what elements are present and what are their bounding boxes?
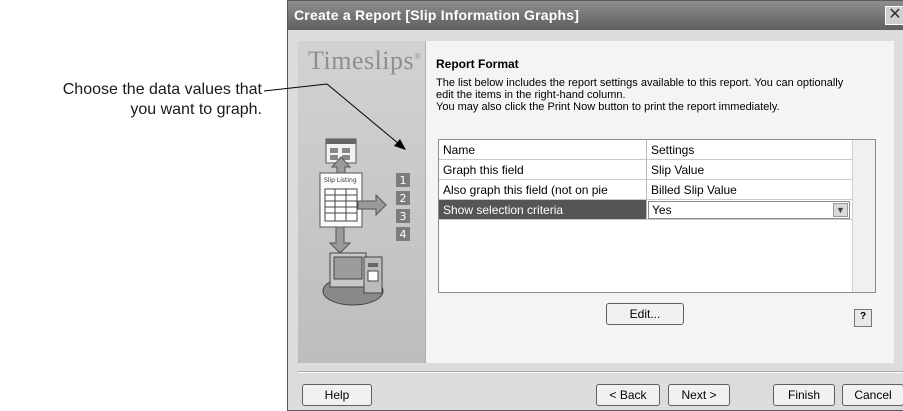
report-wizard-illustration: Slip Listing 1 2 3 4 (319, 138, 410, 306)
next-button[interactable]: Next > (668, 384, 730, 406)
back-button[interactable]: < Back (596, 384, 660, 406)
setting-name: Show selection criteria (439, 200, 647, 220)
step-3: 3 (400, 210, 407, 223)
edit-button[interactable]: Edit... (606, 303, 684, 325)
close-icon: ✕ (888, 6, 902, 23)
callout-line-2: you want to graph. (130, 101, 262, 118)
step-2: 2 (400, 192, 407, 205)
slip-listing-label: Slip Listing (324, 177, 357, 184)
description-line-1: The list below includes the report setti… (436, 77, 844, 89)
grid-header-row: Name Settings (439, 140, 853, 160)
dialog-title-bar: Create a Report [Slip Information Graphs… (288, 1, 903, 30)
step-4: 4 (400, 228, 407, 241)
column-header-settings: Settings (647, 140, 853, 160)
wizard-side-panel: Timeslips® Slip Listing 1 2 3 4 (298, 41, 426, 363)
callout-text: Choose the data values that you want to … (0, 80, 262, 120)
finish-button[interactable]: Finish (773, 384, 835, 406)
printer-icon (322, 252, 384, 306)
dialog-title: Create a Report [Slip Information Graphs… (294, 7, 580, 23)
selected-value: Yes (652, 203, 672, 217)
setting-value[interactable]: Billed Slip Value (647, 180, 853, 200)
table-row-selected[interactable]: Show selection criteria Yes ▼ (439, 200, 853, 220)
description-text: The list below includes the report setti… (436, 77, 886, 113)
callout-line-1: Choose the data values that (62, 81, 262, 98)
setting-value[interactable]: Slip Value (647, 160, 853, 180)
grid-scrollbar[interactable] (852, 140, 875, 292)
settings-grid: Name Settings Graph this field Slip Valu… (438, 139, 876, 293)
context-help-icon[interactable]: ? (854, 309, 872, 327)
setting-value-cell: Yes ▼ (647, 200, 853, 220)
setting-name: Graph this field (439, 160, 647, 180)
show-selection-criteria-select[interactable]: Yes ▼ (648, 201, 850, 219)
setting-name: Also graph this field (not on pie charts… (439, 180, 647, 217)
cancel-button[interactable]: Cancel (842, 384, 903, 406)
wizard-steps: 1 2 3 4 (396, 173, 410, 241)
slip-listing-document-icon: Slip Listing (319, 172, 363, 228)
table-row[interactable]: Also graph this field (not on pie charts… (439, 180, 853, 217)
step-1: 1 (400, 174, 407, 187)
create-report-dialog: Create a Report [Slip Information Graphs… (287, 0, 903, 411)
help-button[interactable]: Help (302, 384, 372, 406)
section-title: Report Format (436, 57, 519, 71)
chevron-down-icon[interactable]: ▼ (833, 203, 848, 217)
footer-divider (298, 371, 903, 373)
report-format-panel: Report Format The list below includes th… (426, 41, 894, 363)
description-line-3: You may also click the Print Now button … (436, 101, 780, 113)
close-button[interactable]: ✕ (885, 6, 903, 25)
table-row[interactable]: Graph this field Slip Value (439, 160, 853, 180)
description-line-2: edit the items in the right-hand column. (436, 89, 626, 101)
column-header-name: Name (439, 140, 647, 160)
